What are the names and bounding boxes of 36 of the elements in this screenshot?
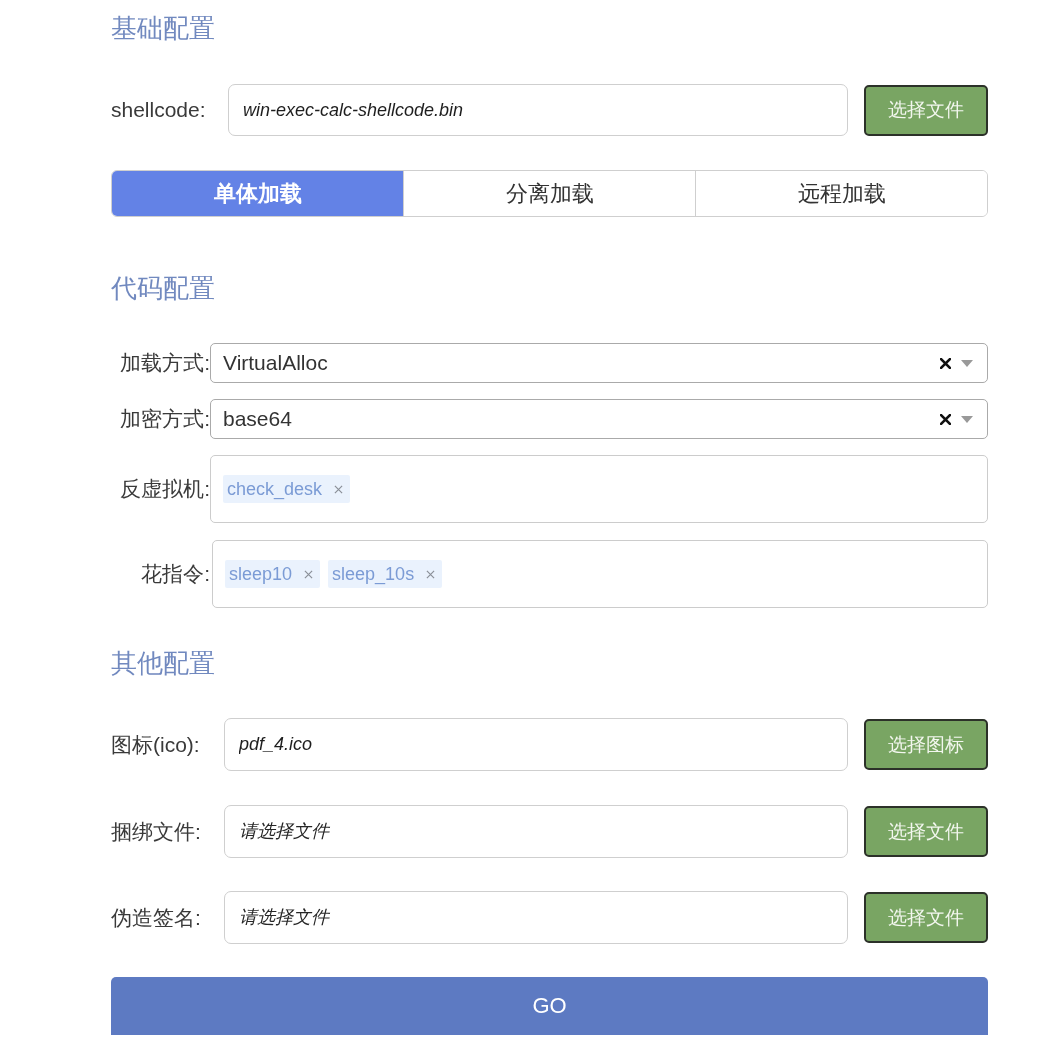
browse-button[interactable]: 选择文件 bbox=[864, 892, 988, 943]
remove-icon[interactable] bbox=[304, 569, 314, 579]
field-label: 图标(ico): bbox=[111, 731, 201, 758]
browse-button[interactable]: 选择图标 bbox=[864, 719, 988, 770]
field-label: 反虚拟机: bbox=[119, 476, 210, 502]
field-label: 捆绑文件: bbox=[111, 818, 202, 845]
tag-chip[interactable]: sleep10 bbox=[225, 560, 321, 588]
remove-icon[interactable] bbox=[426, 569, 436, 579]
tag-chip[interactable]: check_desk bbox=[223, 475, 351, 503]
tag-input-field[interactable]: sleep10 sleep_10s bbox=[212, 540, 988, 608]
go-button[interactable]: GO bbox=[111, 977, 988, 1035]
section-title: 其他配置 bbox=[111, 647, 215, 680]
browse-button[interactable]: 选择文件 bbox=[864, 806, 988, 857]
file-path-field[interactable]: 请选择文件 bbox=[224, 805, 848, 858]
file-path-field[interactable]: 请选择文件 bbox=[224, 891, 848, 944]
caret-icon[interactable] bbox=[961, 359, 973, 367]
remove-icon[interactable] bbox=[334, 484, 344, 494]
dropdown-field[interactable]: base64 bbox=[210, 399, 988, 439]
file-path-field[interactable]: pdf_4.ico bbox=[224, 718, 848, 771]
clear-icon[interactable] bbox=[940, 413, 951, 425]
file-path-field[interactable]: win-exec-calc-shellcode.bin bbox=[228, 84, 848, 136]
load-mode-tab[interactable]: 远程加载 bbox=[695, 171, 987, 216]
field-label: 花指令: bbox=[140, 561, 211, 587]
load-mode-tab[interactable]: 单体加载 bbox=[112, 171, 403, 216]
dropdown-field[interactable]: VirtualAlloc bbox=[210, 343, 988, 383]
tag-input-field[interactable]: check_desk bbox=[210, 455, 988, 523]
field-label: 加载方式: bbox=[119, 350, 210, 376]
caret-icon[interactable] bbox=[961, 415, 973, 423]
section-title: 基础配置 bbox=[111, 12, 215, 45]
field-label: shellcode: bbox=[111, 98, 207, 122]
browse-button[interactable]: 选择文件 bbox=[864, 84, 988, 136]
field-label: 伪造签名: bbox=[111, 904, 202, 931]
field-label: 加密方式: bbox=[119, 406, 210, 432]
clear-icon[interactable] bbox=[940, 357, 951, 369]
tag-chip[interactable]: sleep_10s bbox=[328, 560, 443, 588]
section-title: 代码配置 bbox=[111, 272, 215, 305]
